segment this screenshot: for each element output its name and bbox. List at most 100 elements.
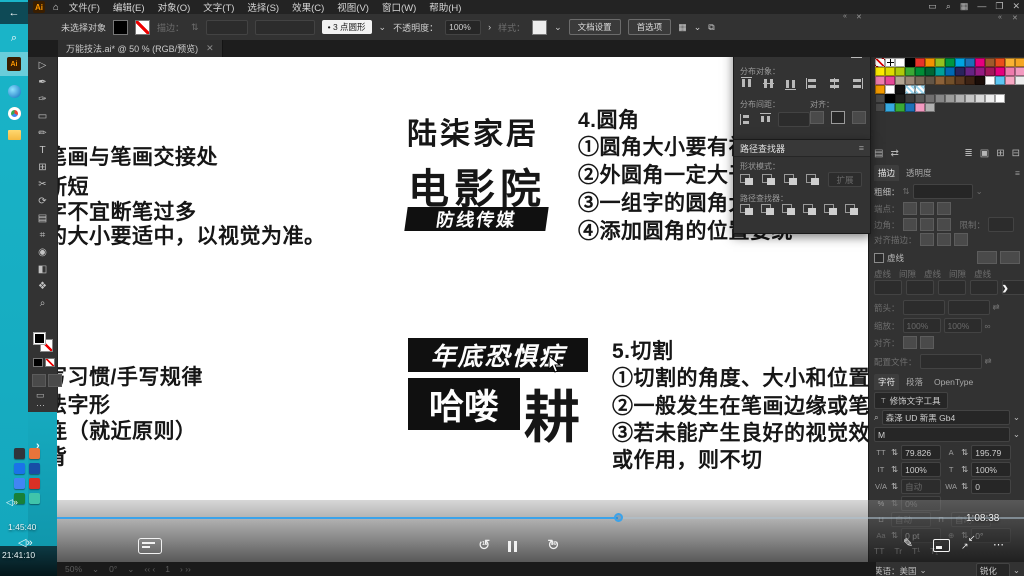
font-family-dropdown[interactable]: 森泽 UD 新黑 Gb4 — [882, 410, 1010, 425]
swatch[interactable] — [935, 94, 945, 103]
swatch[interactable] — [905, 76, 915, 85]
workspace-icon[interactable]: ▭ — [928, 1, 937, 12]
font-caret[interactable]: ⌄ — [1013, 412, 1020, 423]
merge-button[interactable] — [782, 204, 795, 215]
distribute-v-center-button[interactable] — [763, 77, 774, 90]
width-profile-dropdown[interactable] — [255, 20, 315, 35]
desktop-shortcut-2[interactable] — [14, 463, 25, 474]
type-tool[interactable]: T — [28, 142, 57, 159]
swatch[interactable] — [945, 94, 955, 103]
video-progress-handle[interactable] — [614, 513, 623, 522]
desktop-shortcut-0[interactable] — [14, 448, 25, 459]
swatch[interactable] — [895, 85, 905, 94]
document-setup-button[interactable]: 文档设置 — [569, 19, 621, 35]
align-dash-button[interactable] — [1000, 251, 1020, 264]
back-arrow-icon[interactable]: ← — [0, 2, 28, 24]
direct-selection-tool[interactable]: ▷ — [28, 57, 57, 74]
swatch[interactable] — [1015, 58, 1024, 67]
stroke-stepper[interactable]: ⇅ — [191, 22, 199, 33]
swatch[interactable] — [965, 67, 975, 76]
swatch[interactable] — [985, 58, 995, 67]
tab-close-icon[interactable]: ✕ — [206, 43, 214, 54]
size-stepper[interactable]: ⇅ — [891, 447, 898, 458]
swatch[interactable] — [885, 67, 895, 76]
stroke-weight-field[interactable] — [206, 20, 248, 35]
pause-button[interactable] — [508, 539, 517, 557]
preferences-button[interactable]: 首选项 — [628, 19, 672, 35]
panel-group-close-icon[interactable]: ✕ — [856, 13, 862, 21]
player-more-icon[interactable]: ⋯ — [993, 538, 1005, 551]
swatch[interactable] — [925, 58, 935, 67]
brush-dropdown[interactable]: • 3 点圆形 — [322, 20, 372, 34]
swatch[interactable] — [885, 85, 895, 94]
style-caret[interactable]: ⌄ — [554, 22, 562, 33]
document-tab[interactable]: 万能技法.ai* @ 50 % (RGB/预览) ✕ — [58, 40, 223, 57]
opacity-field[interactable]: 100% — [445, 20, 481, 35]
taskbar-search-icon[interactable]: ⌕ — [0, 28, 28, 48]
vertical-scale-field[interactable]: 100% — [901, 462, 941, 477]
menu-item-2[interactable]: 对象(O) — [158, 3, 191, 14]
distribute-top-button[interactable] — [741, 77, 752, 90]
pathfinder-panel-title[interactable]: 路径查找器 — [740, 142, 785, 155]
swatch[interactable] — [915, 103, 925, 112]
divide-button[interactable] — [740, 204, 753, 215]
exclude-button[interactable] — [806, 174, 819, 185]
new-color-group-icon[interactable]: ▣ — [980, 148, 989, 159]
tab-paragraph[interactable]: 段落 — [902, 374, 927, 390]
swatch[interactable] — [1005, 76, 1015, 85]
style-caret[interactable]: ⌄ — [1013, 429, 1020, 440]
swatch[interactable] — [915, 76, 925, 85]
swatch[interactable] — [955, 94, 965, 103]
danmaku-icon[interactable] — [138, 538, 162, 554]
menu-item-8[interactable]: 帮助(H) — [429, 3, 461, 14]
desktop-shortcut-1[interactable] — [29, 448, 40, 459]
mesh-tool[interactable]: ⌗ — [28, 227, 57, 244]
unite-button[interactable] — [740, 174, 753, 185]
swatch-pattern[interactable] — [905, 85, 915, 94]
forward-30-button[interactable]: ↻30 — [547, 536, 560, 554]
rotation-value[interactable]: 0° — [109, 564, 117, 574]
paintbrush-tool[interactable]: ✑ — [28, 91, 57, 108]
panel-group-collapse-icon[interactable]: « — [843, 13, 847, 20]
zoom-caret[interactable]: ⌄ — [92, 564, 99, 575]
tab-stroke[interactable]: 描边 — [874, 165, 899, 181]
rectangle-tool[interactable]: ▭ — [28, 108, 57, 125]
tab-opentype[interactable]: OpenType — [930, 375, 977, 389]
intersect-button[interactable] — [784, 174, 797, 185]
panel-collapse-chevron[interactable]: › — [1002, 278, 1008, 300]
illustrator-logo-icon[interactable]: Ai — [33, 1, 45, 13]
taskbar-folder-icon[interactable] — [0, 126, 28, 144]
swatch[interactable] — [895, 94, 905, 103]
color-button[interactable] — [33, 358, 43, 367]
hscale-stepper[interactable]: ⇅ — [961, 464, 968, 475]
swatch[interactable] — [995, 58, 1005, 67]
swatch[interactable] — [885, 94, 895, 103]
exit-fullscreen-icon[interactable]: ↙ ↗ — [962, 536, 977, 551]
swatch[interactable] — [925, 76, 935, 85]
rewind-10-button[interactable]: ↺10 — [478, 536, 491, 554]
swatch-sync-icon[interactable]: ⇄ — [890, 148, 898, 159]
desktop-shortcut-3[interactable] — [29, 463, 40, 474]
swatch[interactable] — [915, 94, 925, 103]
menu-item-6[interactable]: 视图(V) — [337, 3, 369, 14]
swatch[interactable] — [955, 67, 965, 76]
font-search-icon[interactable]: ⌕ — [874, 412, 879, 423]
app-grid-icon[interactable]: ▦ — [960, 1, 969, 12]
swatch[interactable] — [945, 58, 955, 67]
swatch[interactable] — [925, 94, 935, 103]
swatch[interactable] — [925, 103, 935, 112]
anti-alias-caret[interactable]: ⌄ — [1013, 565, 1020, 576]
distribute-bottom-button[interactable] — [785, 77, 796, 90]
swatch[interactable] — [945, 76, 955, 85]
swatch-kinds-icon[interactable]: ≣ — [964, 148, 972, 159]
swatch[interactable] — [895, 103, 905, 112]
arrange-caret[interactable]: ⌄ — [694, 22, 702, 33]
search-icon[interactable]: ⌕ — [946, 1, 951, 12]
free-transform-tool[interactable]: ⊞ — [28, 159, 57, 176]
gradient-tool[interactable]: ▤ — [28, 210, 57, 227]
leading-stepper[interactable]: ⇅ — [961, 447, 968, 458]
swatch[interactable] — [875, 85, 885, 94]
tracking-stepper[interactable]: ⇅ — [961, 481, 968, 492]
swatch[interactable] — [985, 67, 995, 76]
preserve-dash-button[interactable] — [977, 251, 997, 264]
